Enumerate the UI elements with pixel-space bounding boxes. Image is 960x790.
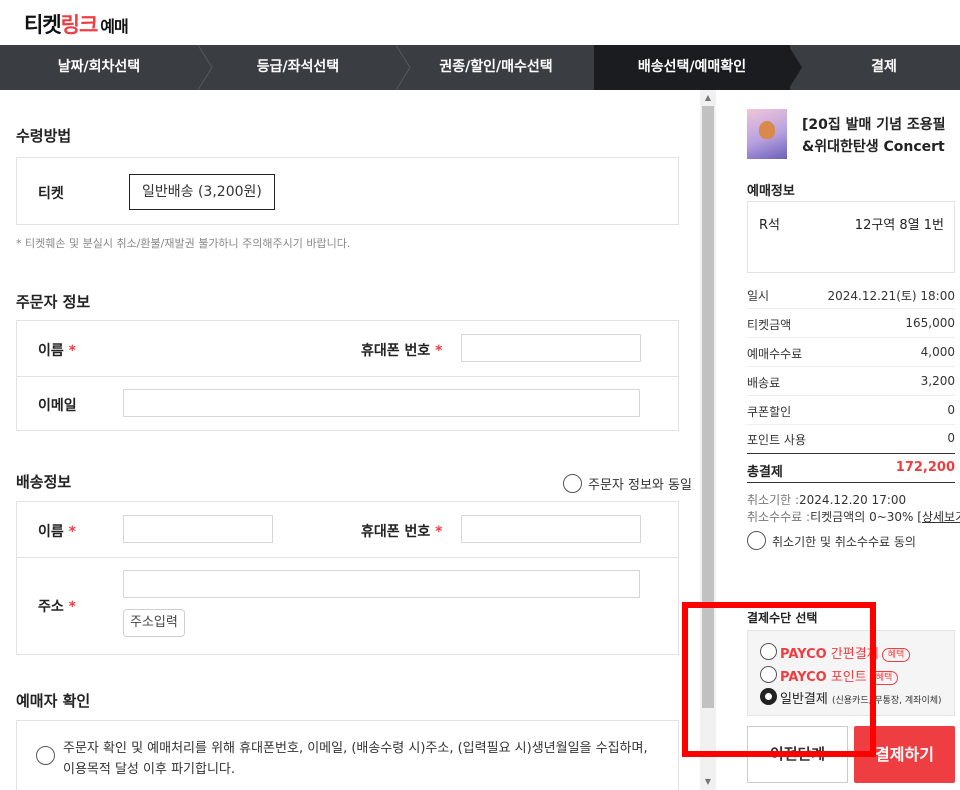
pay-button[interactable]: 결제하기	[854, 726, 955, 783]
scroll-thumb[interactable]	[702, 106, 714, 708]
step-divider-active	[788, 45, 808, 90]
shipping-name-label: 이름 *	[38, 524, 76, 540]
orderer-box: 이름 * 휴대폰 번호 * 이메일	[16, 320, 679, 431]
logo-text: 티켓	[24, 13, 62, 37]
seat-grade: R석	[759, 218, 780, 233]
payment-method-box: PAYCO 간편결제 혜택 PAYCO 포인트 혜택 일반결제 (신용카드, 무통장…	[747, 630, 955, 716]
cancel-deadline: 취소기한 :2024.12.20 17:00	[747, 493, 907, 507]
summary-row-delivery-fee: 배송료 3,200	[747, 367, 955, 396]
booker-title: 예매자 확인	[16, 692, 91, 710]
payment-method-title: 결제수단 선택	[747, 611, 818, 625]
scroll-up-arrow-icon[interactable]: ▲	[700, 90, 716, 106]
orderer-email-label: 이메일	[38, 398, 77, 414]
step-discount: 권종/할인/매수선택	[439, 59, 553, 75]
step-date: 날짜/회차선택	[57, 59, 141, 75]
step-seat: 등급/좌석선택	[256, 59, 340, 75]
same-as-orderer-label[interactable]: 주문자 정보와 동일	[588, 474, 692, 493]
address-label: 주소 *	[38, 599, 76, 615]
orderer-phone-input[interactable]	[461, 334, 641, 362]
benefit-badge: 혜택	[869, 670, 899, 685]
orderer-name-label: 이름 *	[38, 343, 76, 359]
product-title-line-1: [20집 발매 기념 조용필	[802, 117, 946, 133]
orderer-title: 주문자 정보	[16, 293, 91, 311]
seat-info-box: R석 12구역 8열 1번	[747, 201, 955, 273]
shipping-phone-label: 휴대폰 번호 *	[361, 524, 443, 540]
consent-radio[interactable]	[36, 746, 55, 765]
ticketlink-logo[interactable]: 티켓링크 예매	[24, 9, 129, 39]
total-value: 172,200	[895, 460, 955, 475]
summary-total: 총결제 172,200	[747, 453, 955, 483]
general-payment-radio[interactable]	[760, 688, 777, 705]
receive-box: 티켓 일반배송 (3,200원)	[16, 157, 679, 225]
cancel-agree-radio[interactable]	[747, 531, 766, 550]
booking-form: 수령방법 티켓 일반배송 (3,200원) * 티켓훼손 및 분실시 취소/환불…	[0, 90, 700, 790]
concert-poster-image	[747, 109, 787, 159]
summary-row-points: 포인트 사용 0	[747, 431, 955, 447]
cancel-detail-link[interactable]: [상세보기]	[917, 510, 960, 524]
summary-row-booking-fee: 예매수수료 4,000	[747, 338, 955, 367]
logo-accent-text: 링크	[60, 13, 99, 37]
shipping-phone-input[interactable]	[461, 515, 641, 543]
same-as-orderer-radio[interactable]	[563, 474, 582, 493]
payco-easy-label[interactable]: PAYCO 간편결제 혜택	[780, 643, 911, 662]
product-title-line-2: &위대한탄생 Concert	[802, 139, 945, 155]
payco-easy-radio[interactable]	[760, 643, 777, 660]
form-scrollbar[interactable]: ▲ ▼	[700, 90, 716, 790]
seat-location: 12구역 8열 1번	[854, 218, 944, 233]
booker-box: 주문자 확인 및 예매처리를 위해 휴대폰번호, 이메일, (배송수령 시)주소…	[16, 720, 679, 790]
receive-title: 수령방법	[16, 127, 72, 145]
logo-sub-text: 예매	[100, 17, 128, 36]
consent-line-2: 이용목적 달성 이후 파기합니다.	[63, 762, 236, 777]
summary-row-datetime: 일시 2024.12.21(토) 18:00	[747, 280, 955, 309]
payco-point-radio[interactable]	[760, 666, 777, 683]
address-search-button[interactable]: 주소입력	[123, 609, 185, 637]
shipping-title: 배송정보	[16, 473, 72, 491]
total-label: 총결제	[747, 465, 783, 480]
prev-step-button[interactable]: 이전단계	[747, 726, 848, 783]
booking-steps: 날짜/회차선택 등급/좌석선택 권종/할인/매수선택 배송선택/예매확인 결제	[0, 45, 960, 90]
summary-row-coupon: 쿠폰할인 0	[747, 396, 955, 425]
address-input[interactable]	[123, 570, 640, 598]
poster-figure	[759, 121, 775, 139]
general-payment-label[interactable]: 일반결제 (신용카드, 무통장, 계좌이체)	[780, 688, 942, 707]
shipping-name-input[interactable]	[123, 515, 273, 543]
shipping-box: 이름 * 휴대폰 번호 * 주소 * 주소입력	[16, 501, 679, 655]
summary-row-ticket-price: 티켓금액 165,000	[747, 309, 955, 338]
cancel-fee: 취소수수료 :티켓금액의 0~30% [상세보기]	[747, 508, 960, 525]
delivery-option-button[interactable]: 일반배송 (3,200원)	[129, 174, 275, 210]
row-divider	[17, 557, 678, 558]
header: 티켓링크 예매	[0, 0, 960, 45]
step-payment: 결제	[871, 59, 897, 75]
cancel-agree-label[interactable]: 취소기한 및 취소수수료 동의	[772, 533, 916, 550]
orderer-phone-label: 휴대폰 번호 *	[361, 343, 443, 359]
scroll-down-arrow-icon[interactable]: ▼	[700, 774, 716, 790]
step-delivery-active: 배송선택/예매확인	[594, 45, 790, 90]
row-divider	[17, 376, 678, 377]
benefit-badge: 혜택	[881, 647, 911, 662]
ticket-label: 티켓	[38, 186, 64, 202]
booking-info-title: 예매정보	[747, 184, 795, 199]
consent-line-1: 주문자 확인 및 예매처리를 위해 휴대폰번호, 이메일, (배송수령 시)주소…	[63, 741, 648, 756]
receive-note: * 티켓훼손 및 분실시 취소/환불/재발권 불가하니 주의해주시기 바랍니다.	[16, 237, 351, 250]
orderer-email-input[interactable]	[123, 389, 640, 417]
payco-point-label[interactable]: PAYCO 포인트 혜택	[780, 666, 899, 685]
booking-summary: [20집 발매 기념 조용필 &위대한탄생 Concert 예매정보 R석 12…	[716, 90, 960, 790]
